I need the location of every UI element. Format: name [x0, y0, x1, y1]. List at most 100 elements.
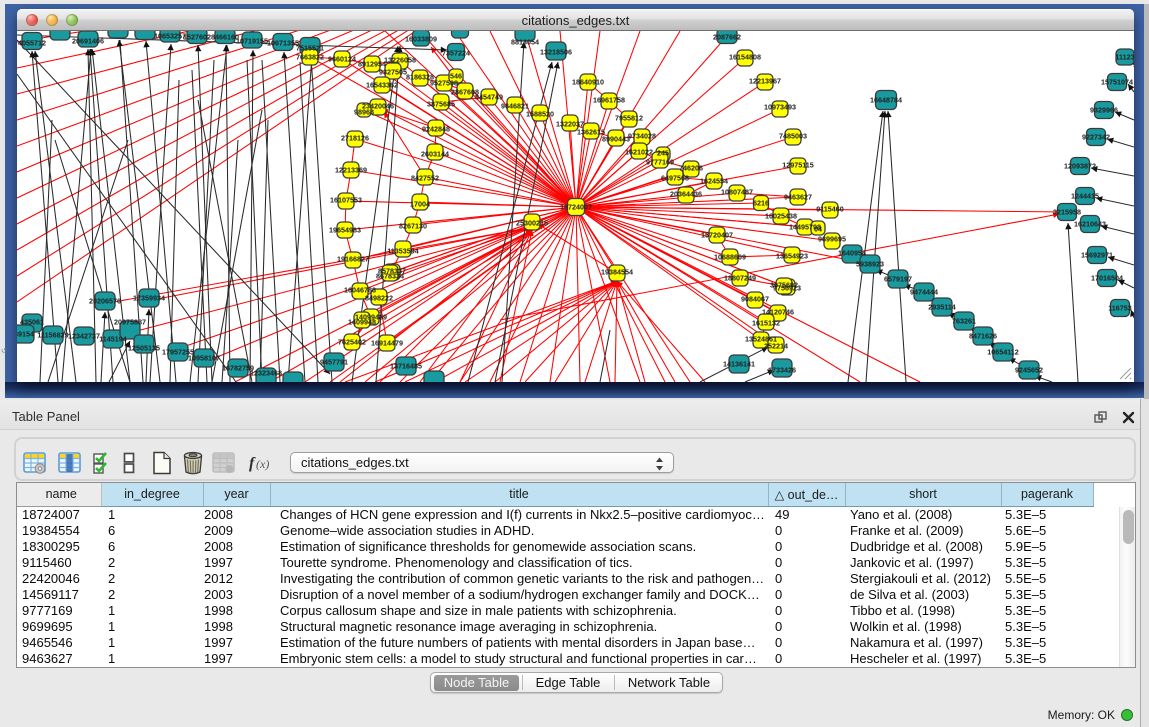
svg-text:3215958: 3215958: [1053, 207, 1081, 216]
svg-text:10025438: 10025438: [765, 211, 797, 220]
svg-text:16961758: 16961758: [593, 95, 625, 104]
svg-text:13654923: 13654923: [776, 251, 808, 260]
svg-text:11156829: 11156829: [37, 330, 68, 339]
svg-text:12213369: 12213369: [335, 165, 367, 174]
svg-text:16107553: 16107553: [330, 195, 362, 204]
svg-text:1733426: 1733426: [768, 365, 796, 374]
svg-text:763261: 763261: [952, 316, 976, 325]
svg-text:19654983: 19654983: [329, 225, 361, 234]
svg-text:1588520: 1588520: [526, 109, 554, 118]
svg-text:12213967: 12213967: [749, 76, 781, 85]
svg-text:2935114: 2935114: [928, 302, 956, 311]
svg-text:12093872: 12093872: [1064, 161, 1096, 170]
svg-text:10671355: 10671355: [267, 38, 299, 47]
svg-text:11123: 11123: [1115, 52, 1134, 61]
svg-text:1145194: 1145194: [99, 334, 127, 343]
svg-text:8498222: 8498222: [365, 293, 393, 302]
svg-text:9457791: 9457791: [320, 357, 348, 366]
svg-text:1362615: 1362615: [577, 127, 605, 136]
svg-text:15720407: 15720407: [701, 230, 733, 239]
svg-text:12342737: 12342737: [68, 331, 100, 340]
svg-text:14136141: 14136141: [723, 359, 755, 368]
svg-text:12323468: 12323468: [250, 368, 282, 377]
svg-text:39154: 39154: [17, 329, 34, 338]
svg-text:1640954: 1640954: [838, 248, 866, 257]
svg-text:18807249: 18807249: [724, 273, 756, 282]
svg-text:9242848: 9242848: [422, 124, 450, 133]
svg-text:8427552: 8427552: [411, 173, 439, 182]
svg-text:16154808: 16154808: [729, 52, 761, 61]
svg-text:1621022: 1621022: [625, 147, 653, 156]
svg-text:10688609: 10688609: [714, 252, 746, 261]
svg-text:1615132: 1615132: [752, 318, 780, 327]
svg-text:7625402: 7625402: [338, 337, 366, 346]
svg-text:435061: 435061: [20, 317, 44, 326]
svg-text:8471626: 8471626: [969, 331, 997, 340]
svg-text:12975115: 12975115: [782, 160, 814, 169]
svg-text:16210643: 16210643: [1074, 219, 1106, 228]
svg-text:20975887: 20975887: [114, 317, 146, 326]
svg-text:546: 546: [450, 71, 462, 80]
svg-text:6216: 6216: [753, 198, 769, 207]
svg-text:3875685: 3875685: [427, 99, 455, 108]
svg-text:1527602: 1527602: [183, 32, 211, 41]
svg-text:9245652: 9245652: [1015, 365, 1043, 374]
svg-text:19384554: 19384554: [601, 267, 633, 276]
svg-text:7357224: 7357224: [442, 48, 470, 57]
svg-text:f: f: [249, 455, 256, 472]
svg-text:8990443: 8990443: [602, 134, 630, 143]
svg-text:9777169: 9777169: [646, 157, 674, 166]
svg-text:13218506: 13218506: [540, 47, 572, 56]
svg-text:3975692: 3975692: [770, 280, 798, 289]
svg-text:116753: 116753: [1108, 303, 1132, 312]
svg-text:7663822: 7663822: [296, 52, 324, 61]
svg-text:2718126: 2718126: [341, 133, 369, 142]
svg-text:20364436: 20364436: [670, 189, 702, 198]
svg-text:4055712: 4055712: [18, 38, 46, 47]
svg-text:9327505: 9327505: [379, 67, 407, 76]
svg-text:2087662: 2087662: [713, 32, 741, 41]
svg-text:1244415: 1244415: [1071, 191, 1099, 200]
svg-text:14120746: 14120746: [762, 307, 794, 316]
svg-text:9734028: 9734028: [628, 131, 656, 140]
svg-text:9646821: 9646821: [501, 101, 529, 110]
svg-text:18640910: 18640910: [572, 77, 604, 86]
svg-text:13716485: 13716485: [390, 361, 422, 370]
svg-text:8813054: 8813054: [511, 37, 539, 46]
svg-text:9699695: 9699695: [818, 234, 846, 243]
svg-text:15692971: 15692971: [1081, 250, 1113, 259]
svg-text:98968: 98968: [354, 107, 374, 116]
svg-text:16033809: 16033809: [405, 34, 437, 43]
svg-text:8466160: 8466160: [211, 32, 239, 41]
svg-text:04: 04: [814, 224, 822, 233]
svg-text:9463627: 9463627: [784, 192, 812, 201]
svg-text:16543362: 16543362: [366, 80, 398, 89]
svg-text:9474444: 9474444: [910, 287, 938, 296]
svg-text:18724007: 18724007: [560, 202, 592, 211]
svg-text:9660124: 9660124: [328, 54, 356, 63]
svg-text:20691406: 20691406: [72, 36, 104, 45]
svg-text:9329966: 9329966: [1090, 105, 1118, 114]
svg-text:(x): (x): [256, 457, 269, 471]
svg-text:245: 245: [657, 148, 669, 157]
svg-text:10807487: 10807487: [721, 187, 753, 196]
svg-text:16648784: 16648784: [870, 95, 902, 104]
svg-text:9227342: 9227342: [1082, 132, 1110, 141]
svg-text:10973493: 10973493: [764, 102, 796, 111]
svg-text:15751074: 15751074: [1101, 77, 1133, 86]
svg-text:252214: 252214: [764, 341, 788, 350]
svg-text:7485003: 7485003: [779, 131, 807, 140]
svg-text:10719155: 10719155: [236, 36, 268, 45]
svg-text:6497568: 6497568: [661, 173, 689, 182]
svg-text:17004: 17004: [410, 199, 430, 208]
svg-text:8454749: 8454749: [475, 92, 503, 101]
svg-text:17359934: 17359934: [133, 293, 165, 302]
svg-text:746206: 746206: [679, 163, 703, 172]
svg-text:5938923: 5938923: [856, 259, 884, 268]
svg-text:7515521: 7515521: [296, 43, 324, 52]
svg-text:25300215: 25300215: [516, 218, 548, 227]
svg-text:13226058: 13226058: [384, 55, 416, 64]
svg-text:9084067: 9084067: [741, 294, 769, 303]
svg-text:10958107: 10958107: [188, 353, 220, 362]
svg-text:1624554: 1624554: [700, 176, 728, 185]
